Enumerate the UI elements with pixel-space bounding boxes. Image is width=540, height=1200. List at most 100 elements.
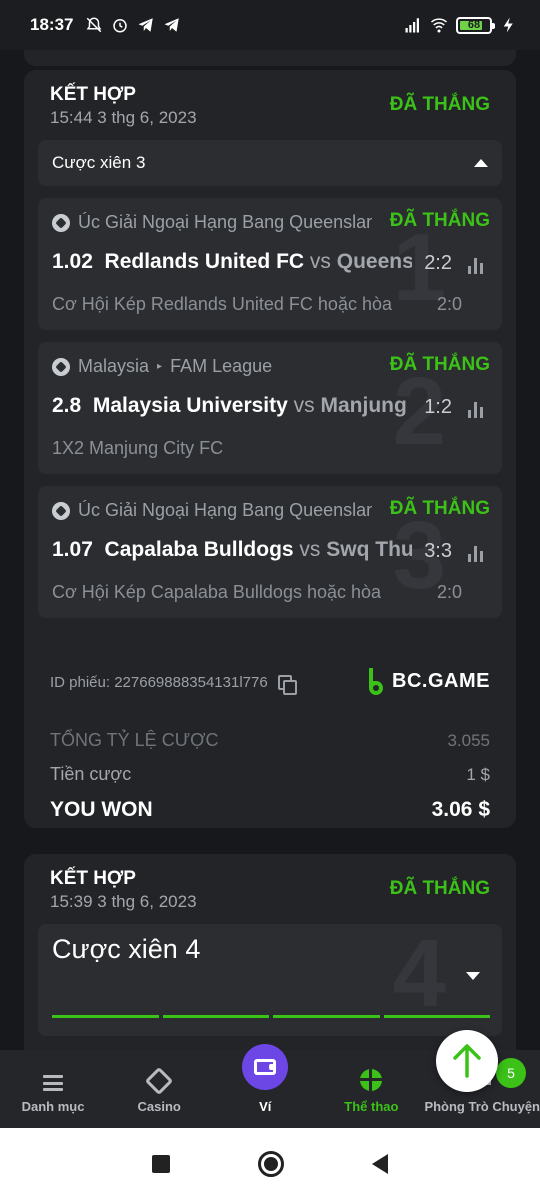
vs-text: vs	[293, 394, 315, 417]
recents-icon[interactable]	[152, 1155, 170, 1173]
signal-icon	[405, 18, 419, 33]
bet-status-badge: ĐÃ THẮNG	[389, 94, 490, 115]
total-odds-value: 3.055	[447, 730, 490, 750]
soccer-ball-icon	[52, 213, 70, 232]
league-name: FAM League	[170, 356, 273, 376]
winnings-value: 3.06 $	[431, 798, 490, 821]
bet-header: KẾT HỢP 15:44 3 thg 6, 2023	[50, 84, 197, 128]
nav-label: Ví	[259, 1099, 272, 1114]
bet-leg[interactable]: 2 Malaysia ▸ FAM League ĐÃ THẮNG 2.8 Mal…	[38, 342, 502, 474]
bet-history-list[interactable]: KẾT HỢP 15:44 3 thg 6, 2023 ĐÃ THẮNG Cượ…	[0, 50, 540, 1050]
menu-icon	[43, 1075, 64, 1091]
casino-icon	[145, 1066, 174, 1096]
status-right-icons: 68	[404, 16, 518, 34]
vs-text: vs	[309, 250, 331, 273]
stake-value: 1 $	[466, 764, 490, 784]
copy-icon[interactable]	[277, 674, 297, 695]
stake-row: Tiền cược 1 $	[50, 764, 490, 785]
parlay-label: Cược xiên 4	[52, 934, 201, 964]
home-icon[interactable]	[258, 1151, 284, 1177]
bet-status-badge: ĐÃ THẮNG	[389, 878, 490, 899]
brand-logo: BC.GAME	[366, 666, 490, 696]
bet-header: KẾT HỢP 15:39 3 thg 6, 2023	[50, 868, 197, 912]
bet-leg[interactable]: 3 Úc Giải Ngoại Hạng Bang Queensland ĐÃ …	[38, 486, 502, 618]
stats-icon[interactable]	[468, 400, 484, 418]
winnings-row: YOU WON 3.06 $	[50, 798, 490, 822]
leg-score: 2:2	[424, 252, 452, 274]
leg-market: Cơ Hội Kép Redlands United FC hoặc hòa	[52, 294, 392, 314]
leg-league: Malaysia ▸ FAM League	[52, 356, 372, 377]
battery-percent: 68	[467, 19, 481, 31]
scroll-top-button[interactable]	[436, 1030, 498, 1092]
leg-market: Cơ Hội Kép Capalaba Bulldogs hoặc hòa	[52, 582, 382, 602]
bet-leg[interactable]: 1 Úc Giải Ngoại Hạng Bang Queensland ĐÃ …	[38, 198, 502, 330]
brand-name: BC.GAME	[392, 669, 490, 692]
bet-date: 15:39 3 thg 6, 2023	[50, 892, 197, 911]
bet-date: 15:44 3 thg 6, 2023	[50, 108, 197, 127]
nav-label: Casino	[137, 1099, 181, 1114]
soccer-ball-icon	[52, 501, 70, 520]
bc-game-logo-icon	[369, 668, 384, 695]
leg-status-badge: ĐÃ THẮNG	[383, 354, 490, 376]
chevron-up-icon[interactable]	[474, 159, 488, 167]
arrow-up-icon	[453, 1044, 481, 1078]
leg-count-number: 4	[392, 924, 446, 1027]
telegram-icon	[164, 18, 180, 32]
nav-wallet[interactable]: Ví	[212, 1044, 318, 1128]
status-time: 18:37	[30, 15, 74, 34]
previous-card-edge	[24, 50, 516, 66]
nav-menu[interactable]: Danh mục	[0, 1050, 106, 1128]
leg-status-badge: ĐÃ THẮNG	[383, 210, 490, 232]
home-team: Capalaba Bulldogs	[104, 538, 294, 561]
home-team: Redlands United FC	[104, 250, 305, 273]
away-team: Swq Thunder	[326, 538, 412, 561]
stake-label: Tiền cược	[50, 764, 132, 784]
bet-type: KẾT HỢP	[50, 868, 136, 889]
battery-icon: 68	[456, 16, 495, 34]
away-team: Manjung City FC	[320, 394, 413, 417]
chat-count-badge: 5	[496, 1058, 526, 1088]
parlay-toggle[interactable]: Cược xiên 3	[38, 140, 502, 186]
leg-odds: 2.8	[52, 394, 82, 417]
leg-match: 2.8 Malaysia University vs Manjung City …	[52, 394, 412, 418]
soccer-ball-icon	[52, 357, 70, 376]
parlay-toggle[interactable]: 4 Cược xiên 4	[38, 924, 502, 1036]
ticket-id: ID phiếu: 227669888354131l776	[50, 674, 297, 695]
nav-sports[interactable]: Thể thao	[318, 1050, 424, 1128]
league-name: Úc Giải Ngoại Hạng Bang Queensland	[78, 212, 372, 232]
nav-casino[interactable]: Casino	[106, 1050, 212, 1128]
alarm-icon	[113, 19, 128, 33]
bet-card: KẾT HỢP 15:44 3 thg 6, 2023 ĐÃ THẮNG Cượ…	[24, 70, 516, 828]
back-icon[interactable]	[372, 1154, 388, 1174]
nav-label: Danh mục	[21, 1099, 85, 1114]
home-team: Malaysia University	[92, 394, 288, 417]
stats-icon[interactable]	[468, 544, 484, 562]
parlay-label: Cược xiên 3	[52, 153, 146, 172]
basketball-icon	[360, 1069, 383, 1091]
winnings-label: YOU WON	[50, 798, 153, 821]
chevron-right-icon: ▸	[157, 361, 163, 372]
vs-text: vs	[299, 538, 321, 561]
chevron-down-icon[interactable]	[466, 972, 480, 980]
leg-market-score: 2:0	[436, 294, 462, 314]
notifications-off-icon	[87, 17, 102, 33]
status-left-icons	[85, 16, 181, 34]
nav-label: Thể thao	[344, 1099, 399, 1114]
league-country: Malaysia	[78, 356, 150, 376]
leg-match: 1.07 Capalaba Bulldogs vs Swq Thunder	[52, 538, 412, 562]
total-odds-label: TỔNG TỶ LỆ CƯỢC	[50, 730, 219, 750]
telegram-icon	[138, 18, 154, 32]
leg-progress	[52, 1015, 490, 1018]
total-odds-row: TỔNG TỶ LỆ CƯỢC 3.055	[50, 730, 490, 751]
leg-score: 3:3	[424, 540, 452, 562]
wallet-button[interactable]	[242, 1044, 289, 1090]
leg-odds: 1.02	[52, 250, 93, 273]
leg-status-badge: ĐÃ THẮNG	[383, 498, 490, 520]
charging-icon	[503, 17, 513, 33]
leg-match: 1.02 Redlands United FC vs Queensland Li…	[52, 250, 412, 274]
ticket-id-text: ID phiếu: 227669888354131l776	[50, 674, 268, 691]
league-name: Úc Giải Ngoại Hạng Bang Queensland	[78, 500, 372, 520]
stats-icon[interactable]	[468, 256, 484, 274]
system-navigation	[0, 1128, 540, 1200]
bet-card: KẾT HỢP 15:39 3 thg 6, 2023 ĐÃ THẮNG 4 C…	[24, 854, 516, 1050]
